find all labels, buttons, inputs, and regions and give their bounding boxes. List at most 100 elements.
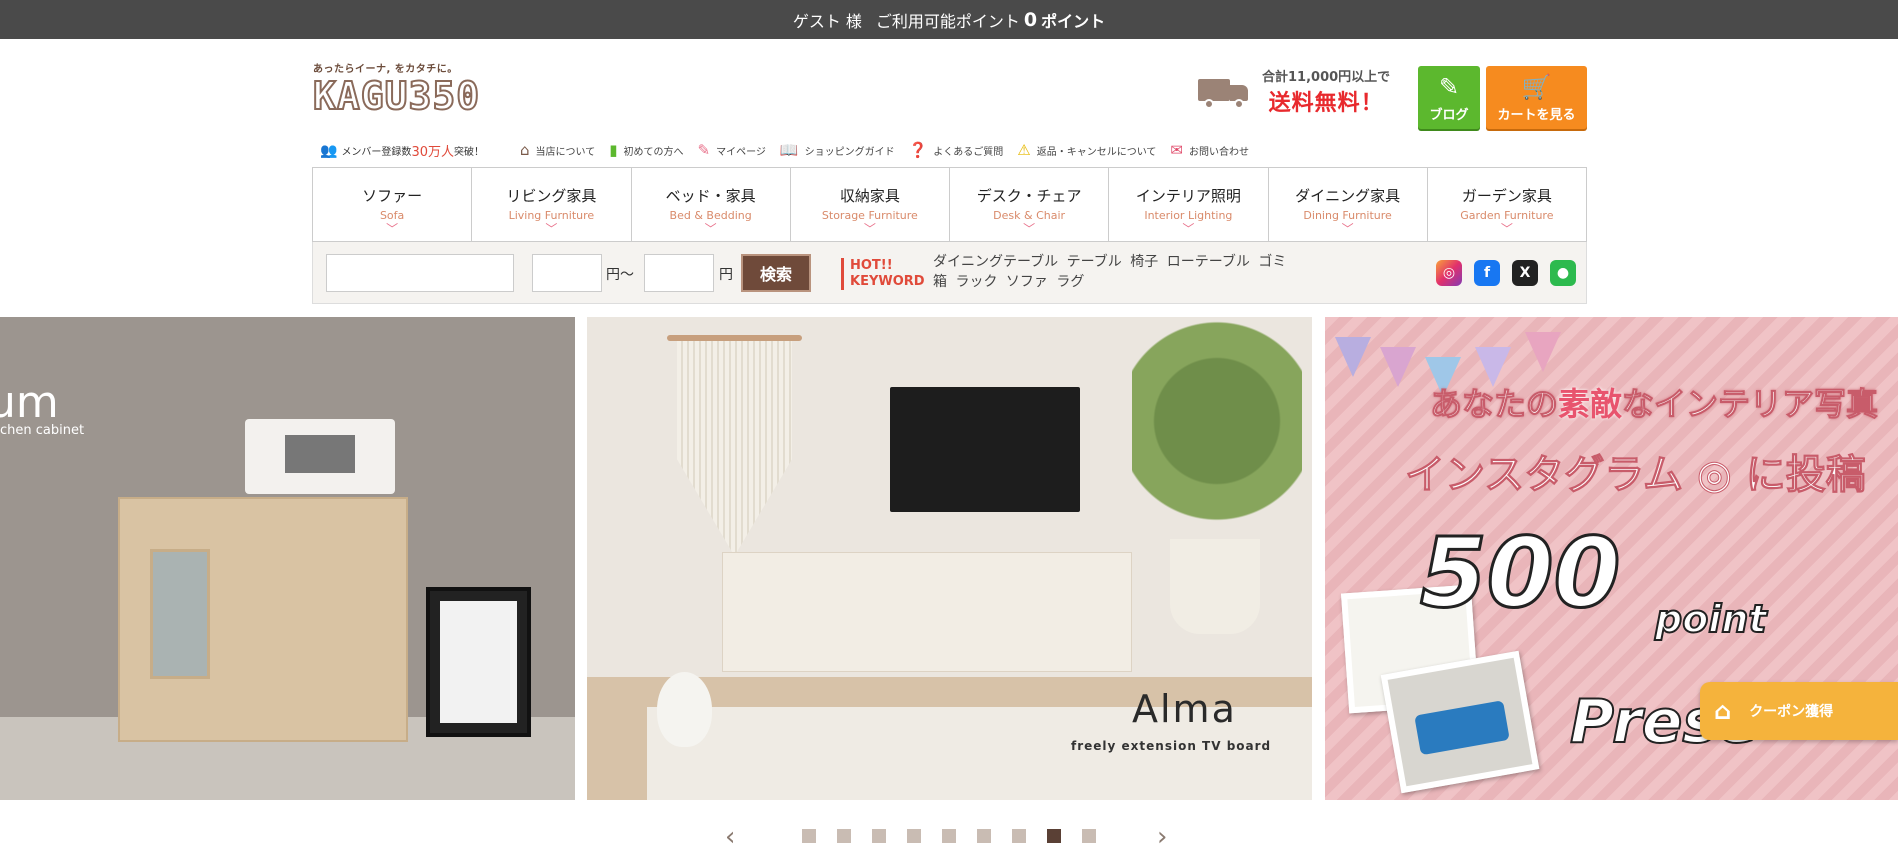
facebook-icon[interactable]: f xyxy=(1474,260,1500,286)
members-icon: 👥 xyxy=(320,142,338,159)
cabinet-image xyxy=(118,497,408,742)
keyword-link[interactable]: テーブル xyxy=(1067,254,1122,270)
free-shipping-banner: 合計11,000円以上で 送料無料！ xyxy=(1198,66,1390,117)
slide-subtitle: freely extension TV board xyxy=(1071,739,1272,753)
campaign-line1: あなたの素敵なインテリア写真 xyxy=(1429,385,1879,424)
keyword-link[interactable]: ソファ xyxy=(1006,274,1048,290)
guest-label: ゲスト 様 xyxy=(792,11,862,31)
keyword-link[interactable]: ダイニングテーブル xyxy=(933,254,1058,270)
points-unit: ポイント xyxy=(1041,11,1106,31)
blog-label: ブログ xyxy=(1429,108,1469,123)
truck-icon xyxy=(1198,73,1252,111)
campaign-point-label: point xyxy=(1654,596,1768,642)
blog-button[interactable]: ✎ ブログ xyxy=(1418,66,1480,129)
tv-image xyxy=(890,387,1080,512)
price-min-input[interactable] xyxy=(532,254,602,292)
coupon-button[interactable]: ⌂ クーポン獲得 xyxy=(1700,682,1898,740)
slide-title: Alma xyxy=(1132,687,1237,731)
logo-tagline: あったらイーナ, をカタチに。 xyxy=(313,64,458,75)
cart-label: カートを見る xyxy=(1497,108,1576,123)
points-value: 0 xyxy=(1023,8,1038,31)
hot-keyword-label: HOT!! KEYWORD xyxy=(841,258,925,290)
social-links: ◎ f X ● xyxy=(1436,260,1576,286)
chevron-down-icon: ﹀ xyxy=(386,222,399,236)
beginner-icon: ▮ xyxy=(609,141,618,159)
chevron-down-icon: ﹀ xyxy=(1182,222,1195,236)
instagram-icon[interactable]: ◎ xyxy=(1436,260,1462,286)
keyword-link[interactable]: ローテーブル xyxy=(1167,254,1250,270)
subnav-faq[interactable]: ❓ よくあるご質問 xyxy=(909,141,1004,159)
prev-arrow-icon[interactable]: ‹ xyxy=(725,820,735,854)
pager-dot[interactable] xyxy=(1047,829,1061,843)
campaign-line2: インスタグラム ◎ に投稿 xyxy=(1405,452,1867,499)
category-lighting[interactable]: インテリア照明 Interior Lighting ﹀ xyxy=(1109,168,1269,241)
keyword-link[interactable]: ラック xyxy=(955,274,997,290)
chevron-down-icon: ﹀ xyxy=(1023,222,1036,236)
coupon-box-icon: ⌂ xyxy=(1714,697,1732,725)
subnav-mypage[interactable]: ✎ マイページ xyxy=(698,141,766,159)
subnav-returns[interactable]: ⚠ 返品・キャンセルについて xyxy=(1017,141,1156,159)
category-sofa[interactable]: ソファー Sofa ﹀ xyxy=(313,168,473,241)
line-icon[interactable]: ● xyxy=(1550,260,1576,286)
chevron-down-icon: ﹀ xyxy=(704,222,717,236)
pager-dot[interactable] xyxy=(977,829,991,843)
category-bed[interactable]: ベッド・家具 Bed & Bedding ﹀ xyxy=(632,168,791,241)
slide-subtitle: chen cabinet xyxy=(0,423,85,438)
keyword-search-input[interactable] xyxy=(326,254,514,292)
microwave-image xyxy=(245,419,395,494)
category-navigation: ソファー Sofa ﹀ リビング家具 Living Furniture ﹀ ベッド・家具… xyxy=(312,167,1587,242)
pencil-icon: ✎ xyxy=(1438,73,1460,101)
poster-image xyxy=(426,587,531,737)
home-icon: ⌂ xyxy=(520,141,530,159)
cart-icon: 🛒 xyxy=(1521,73,1552,101)
warning-icon: ⚠ xyxy=(1017,141,1031,159)
question-icon: ❓ xyxy=(908,141,928,159)
subnav-contact[interactable]: ✉ お問い合わせ xyxy=(1170,141,1249,159)
subnav-about[interactable]: ⌂ 当店について xyxy=(520,141,595,159)
slider-pager: ‹ › xyxy=(0,820,1898,854)
category-living[interactable]: リビング家具 Living Furniture ﹀ xyxy=(472,168,632,241)
pager-dots xyxy=(802,829,1096,843)
next-arrow-icon[interactable]: › xyxy=(1157,820,1167,854)
hot-keyword-list: ダイニングテーブル テーブル 椅子 ローテーブル ゴミ箱 ラック ソファ ラグ xyxy=(933,252,1293,292)
macrame-image xyxy=(667,335,802,560)
campaign-points: 500 xyxy=(1418,516,1621,631)
pager-dot[interactable] xyxy=(1012,829,1026,843)
pager-dot[interactable] xyxy=(872,829,886,843)
member-number: 30万人 xyxy=(411,145,454,160)
keyword-link[interactable]: ラグ xyxy=(1056,274,1084,290)
price-yen-label: 円 xyxy=(719,267,733,283)
points-label: ご利用可能ポイント xyxy=(875,11,1020,31)
vase-image xyxy=(657,672,712,747)
category-dining[interactable]: ダイニング家具 Dining Furniture ﹀ xyxy=(1269,168,1428,241)
category-desk[interactable]: デスク・チェア Desk & Chair ﹀ xyxy=(950,168,1110,241)
pager-dot[interactable] xyxy=(802,829,816,843)
slide-alma-tv-board[interactable]: Alma freely extension TV board xyxy=(587,317,1312,800)
logo-name: KAGU350 xyxy=(312,74,481,118)
site-logo[interactable]: あったらイーナ, をカタチに。 KAGU350 xyxy=(312,60,481,120)
chevron-down-icon: ﹀ xyxy=(863,222,876,236)
pager-dot[interactable] xyxy=(942,829,956,843)
pencil-icon: ✎ xyxy=(697,141,711,159)
x-icon[interactable]: X xyxy=(1512,260,1538,286)
price-max-input[interactable] xyxy=(644,254,714,292)
coupon-label: クーポン獲得 xyxy=(1749,704,1834,720)
mail-icon: ✉ xyxy=(1170,141,1183,159)
pager-dot[interactable] xyxy=(837,829,851,843)
shipping-free: 送料無料！ xyxy=(1268,91,1384,116)
shipping-condition: 合計11,000円以上で xyxy=(1262,70,1391,85)
subnav-beginner[interactable]: ▮ 初めての方へ xyxy=(609,141,683,159)
plant-image xyxy=(1132,317,1302,577)
category-garden[interactable]: ガーデン家具 Garden Furniture ﹀ xyxy=(1428,168,1586,241)
category-storage[interactable]: 収納家具 Storage Furniture ﹀ xyxy=(791,168,950,241)
pager-dot[interactable] xyxy=(1082,829,1096,843)
chevron-down-icon: ﹀ xyxy=(1341,222,1354,236)
search-button[interactable]: 検索 xyxy=(741,254,811,292)
subnav-guide[interactable]: 📖 ショッピングガイド xyxy=(780,141,895,159)
keyword-link[interactable]: 椅子 xyxy=(1130,254,1158,270)
tv-board-image xyxy=(722,552,1132,672)
pager-dot[interactable] xyxy=(907,829,921,843)
cart-button[interactable]: 🛒 カートを見る xyxy=(1486,66,1587,129)
slide-kitchen-cabinet[interactable]: um chen cabinet xyxy=(0,317,575,800)
photo-image xyxy=(1380,650,1540,794)
